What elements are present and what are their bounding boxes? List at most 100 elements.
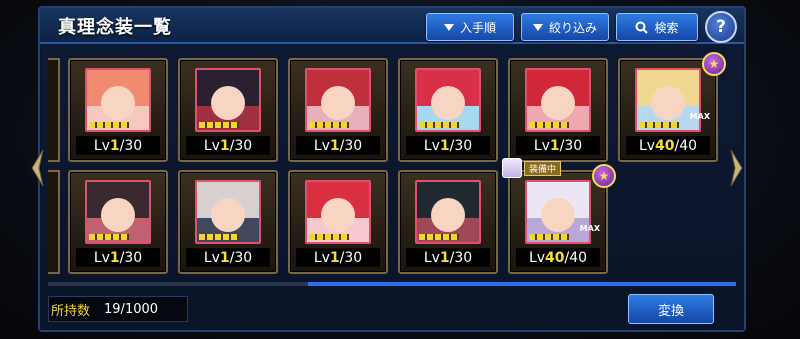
truth-gear-card[interactable]: Lv 1/30 [288,58,388,162]
level-max: /30 [119,249,143,266]
level-current: 1 [219,249,230,266]
level-label: Lv 1/30 [76,136,160,155]
character-portrait [195,180,261,244]
owned-count-value: 19/1000 [104,301,159,317]
portrait-face [101,198,135,232]
truth-gear-card[interactable]: Lv 1/30 [178,58,278,162]
title-bar: 真理念装一覧 入手順 絞り込み 検索 ? [40,8,744,44]
level-max: /30 [339,137,363,154]
max-tag: MAX [579,224,600,233]
level-current: 1 [439,249,450,266]
truth-gear-card[interactable]: Lv 1/30 [398,170,498,274]
level-label: Lv 1/30 [406,136,490,155]
character-portrait [525,180,591,244]
level-label: Lv 1/30 [516,136,600,155]
search-label: 検索 [654,20,679,35]
truth-gear-card[interactable]: Lv 1/30 [68,58,168,162]
rarity-stars [199,122,239,128]
equipped-indicator: 装備中 [502,158,562,178]
portrait-face [431,198,465,232]
rarity-stars [89,122,129,128]
sort-label: 入手順 [459,20,496,35]
character-portrait [85,180,151,244]
truth-gear-card[interactable]: Lv 1/30 [178,170,278,274]
page-left-arrow-icon[interactable] [30,148,44,188]
truth-gear-card[interactable]: Lv 1/30 [508,58,608,162]
truth-gear-card[interactable]: Lv 1/30 [398,58,498,162]
truth-gear-card[interactable]: Lv 1/30 [68,170,168,274]
level-max: /40 [674,137,698,154]
filter-label: 絞り込み [548,20,597,35]
truth-gear-list-panel: 真理念装一覧 入手順 絞り込み 検索 ? Lv 1/30 Lv 1/30 Lv 1/30 L… [38,6,746,332]
rarity-stars [529,122,569,128]
level-prefix: Lv [203,249,220,266]
level-max: /30 [119,137,143,154]
rarity-stars [309,234,349,240]
level-max: /30 [559,137,583,154]
level-label: Lv 1/30 [186,136,270,155]
owned-count: 所持数 19/1000 [48,296,188,322]
portrait-face [321,86,355,120]
star-badge-icon: ★ [702,52,726,76]
character-portrait [305,180,371,244]
level-prefix: Lv [93,249,110,266]
help-button[interactable]: ? [705,11,737,43]
character-portrait [415,68,481,132]
level-current: 1 [109,249,120,266]
character-portrait [195,68,261,132]
level-current: 1 [439,137,450,154]
chevron-down-icon [532,23,543,31]
filter-button[interactable]: 絞り込み [521,13,609,41]
character-portrait [525,68,591,132]
sort-button[interactable]: 入手順 [426,13,514,41]
rarity-stars [529,234,569,240]
level-label: Lv 40/40 [516,248,600,267]
card-grid: Lv 1/30 Lv 1/30 Lv 1/30 Lv 1/30 Lv 1/30 Lv 40/40 MAX… [48,50,736,280]
portrait-face [431,86,465,120]
level-label: Lv 1/30 [296,248,380,267]
level-max: /30 [229,249,253,266]
horizontal-scrollbar[interactable] [48,282,736,286]
portrait-face [651,86,685,120]
scrollbar-thumb[interactable] [308,282,736,286]
rarity-stars [419,122,459,128]
level-max: /40 [564,249,588,266]
page-right-arrow-icon[interactable] [730,148,744,188]
search-icon [635,21,649,34]
search-button[interactable]: 検索 [616,13,698,41]
level-prefix: Lv [313,137,330,154]
level-current: 1 [549,137,560,154]
level-current: 1 [329,137,340,154]
level-prefix: Lv [423,137,440,154]
character-portrait [415,180,481,244]
level-current: 40 [545,249,565,266]
equipped-label: 装備中 [524,160,562,176]
rarity-stars [639,122,679,128]
level-prefix: Lv [423,249,440,266]
page-title: 真理念装一覧 [58,17,172,38]
portrait-face [321,198,355,232]
level-prefix: Lv [203,137,220,154]
portrait-face [541,86,575,120]
portrait-face [541,198,575,232]
level-current: 1 [219,137,230,154]
level-prefix: Lv [638,137,656,154]
level-prefix: Lv [93,137,110,154]
truth-gear-card[interactable]: Lv 40/40 MAX ★ 装備中 [502,158,616,274]
equipped-character-avatar [502,158,522,178]
truth-gear-card[interactable]: Lv 40/40 MAX ★ [618,52,726,162]
level-label: Lv 40/40 [626,136,710,155]
rarity-stars [89,234,129,240]
rarity-stars [419,234,459,240]
level-max: /30 [449,137,473,154]
level-label: Lv 1/30 [76,248,160,267]
card-edge-left [48,170,60,274]
level-current: 1 [329,249,340,266]
truth-gear-card[interactable]: Lv 1/30 [288,170,388,274]
level-label: Lv 1/30 [406,248,490,267]
card-edge-left [48,58,60,162]
portrait-face [211,86,245,120]
convert-button[interactable]: 変換 [628,294,714,324]
level-current: 40 [655,137,675,154]
level-prefix: Lv [533,137,550,154]
